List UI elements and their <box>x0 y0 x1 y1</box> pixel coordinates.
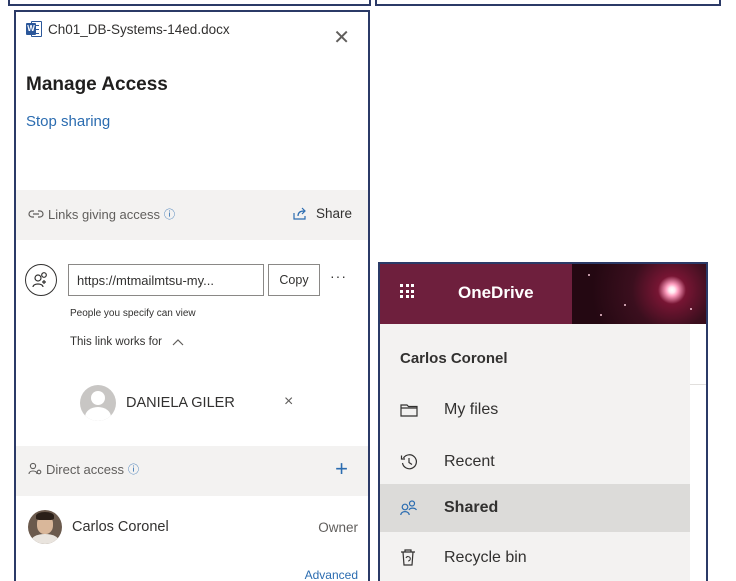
works-for-label: This link works for <box>70 336 163 348</box>
file-header: W Ch01_DB-Systems-14ed.docx <box>26 21 230 37</box>
header-background-image <box>572 264 706 324</box>
owner-name: Carlos Coronel <box>72 519 169 535</box>
sidebar-item-recent[interactable]: Recent <box>380 438 690 486</box>
add-people-icon[interactable]: + <box>335 456 348 482</box>
folder-icon <box>380 403 444 417</box>
people-icon <box>380 500 444 516</box>
recycle-bin-icon <box>380 549 444 567</box>
avatar <box>28 510 62 544</box>
share-icon <box>292 207 308 221</box>
app-launcher-icon[interactable] <box>400 284 414 298</box>
manage-access-panel: W Ch01_DB-Systems-14ed.docx ✕ Manage Acc… <box>14 10 370 581</box>
divider <box>690 384 706 385</box>
info-icon[interactable]: ⓘ <box>128 461 139 477</box>
sidebar-item-recycle-bin[interactable]: Recycle bin <box>380 534 690 581</box>
link-audience-text: People you specify can view <box>70 308 196 319</box>
user-name: Carlos Coronel <box>400 350 508 367</box>
app-title[interactable]: OneDrive <box>458 283 534 303</box>
more-options-icon[interactable]: ··· <box>330 268 347 284</box>
sidebar-item-my-files[interactable]: My files <box>380 386 690 434</box>
panel-title: Manage Access <box>26 74 168 95</box>
links-section-header: Links giving access ⓘ Share <box>16 190 368 240</box>
word-doc-icon: W <box>26 21 42 37</box>
owner-role: Owner <box>318 519 358 535</box>
sidebar-item-label: Recycle bin <box>444 549 527 566</box>
chevron-up-icon <box>172 338 184 346</box>
content-area <box>690 324 706 581</box>
share-button[interactable]: Share <box>292 206 352 221</box>
links-giving-access-label: Links giving access ⓘ <box>28 206 175 222</box>
sidebar-item-label: Shared <box>444 499 499 516</box>
sidebar-item-shared[interactable]: Shared <box>380 484 690 532</box>
link-icon <box>28 208 44 220</box>
person-icon <box>28 462 42 476</box>
link-works-for-toggle[interactable]: This link works for <box>70 336 184 348</box>
sidebar-item-label: My files <box>444 401 499 418</box>
share-label: Share <box>315 206 352 221</box>
link-url-field[interactable]: https://mtmailmtsu-my... <box>68 264 264 296</box>
file-name: Ch01_DB-Systems-14ed.docx <box>48 21 230 37</box>
direct-access-header: Direct access ⓘ + <box>16 446 368 496</box>
window-frame-left <box>8 0 371 6</box>
owner-row: Carlos Coronel Owner <box>28 510 358 544</box>
history-icon <box>380 453 444 471</box>
avatar <box>80 385 116 421</box>
onedrive-sidebar: Carlos Coronel My files Recent Shared Re… <box>380 324 690 581</box>
link-recipient: DANIELA GILER <box>80 385 235 421</box>
direct-access-text: Direct access <box>46 461 125 477</box>
direct-access-label: Direct access ⓘ <box>28 461 139 477</box>
copy-button[interactable]: Copy <box>268 264 320 296</box>
sidebar-item-label: Recent <box>444 453 495 470</box>
remove-recipient-icon[interactable]: × <box>284 393 293 411</box>
advanced-link[interactable]: Advanced <box>305 568 358 581</box>
window-frame-right <box>375 0 721 6</box>
onedrive-header: OneDrive <box>380 264 706 324</box>
stop-sharing-link[interactable]: Stop sharing <box>26 113 110 130</box>
onedrive-window: OneDrive Carlos Coronel My files Recent … <box>378 262 708 581</box>
specific-people-link-icon <box>25 264 57 296</box>
recipient-name: DANIELA GILER <box>126 395 235 411</box>
close-icon[interactable]: ✕ <box>333 28 350 48</box>
info-icon[interactable]: ⓘ <box>164 206 175 222</box>
links-label-text: Links giving access <box>48 206 160 222</box>
